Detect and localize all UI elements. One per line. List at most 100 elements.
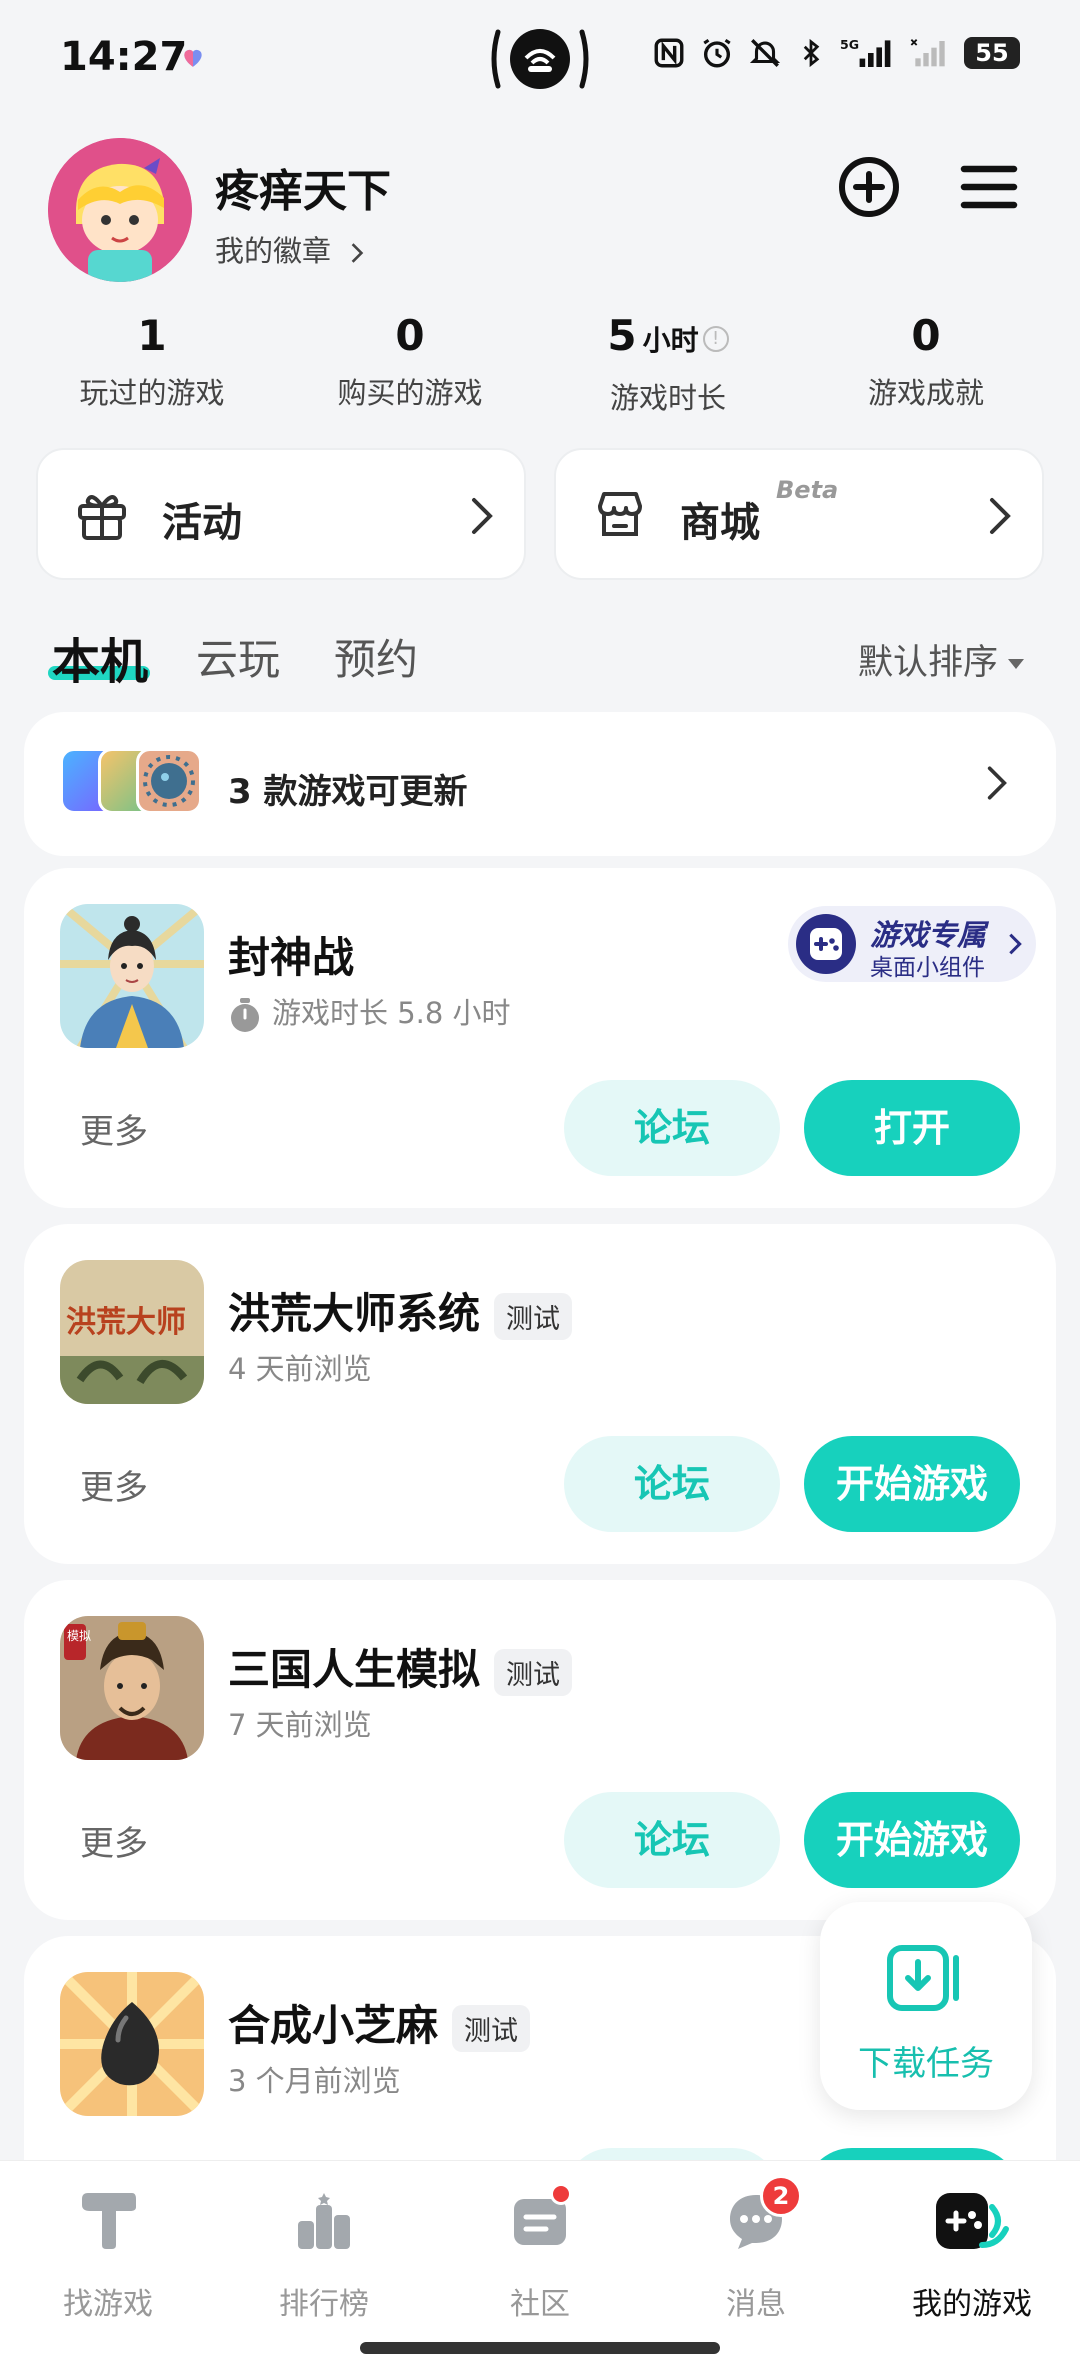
nav-label: 消息 xyxy=(726,2287,786,2322)
stat-purchased-games[interactable]: 0 购买的游戏 xyxy=(290,308,530,412)
info-icon[interactable]: ! xyxy=(702,325,729,352)
tab-cloud[interactable]: 云玩 xyxy=(196,626,280,687)
add-button[interactable] xyxy=(834,152,904,222)
chevron-right-icon xyxy=(472,498,493,534)
hotspot-icon xyxy=(491,29,589,89)
stopwatch-icon xyxy=(231,998,259,1032)
test-tag: 测试 xyxy=(494,1649,573,1696)
sort-dropdown[interactable]: 默认排序 xyxy=(858,634,1024,685)
svg-text:5G: 5G xyxy=(840,37,859,52)
update-game-icon xyxy=(136,748,202,814)
game-card[interactable]: 洪荒大师 洪荒大师系统 测试 4 天前浏览 更多 论坛 开始游戏 xyxy=(24,1224,1056,1564)
game-card[interactable]: 模拟 三国人生模拟 测试 7 天前浏览 更多 论坛 开始游戏 xyxy=(24,1580,1056,1920)
nav-rankings[interactable]: 排行榜 xyxy=(216,2189,432,2339)
menu-button[interactable] xyxy=(954,152,1024,222)
tab-reserve[interactable]: 预约 xyxy=(334,626,418,687)
shop-icon xyxy=(598,492,642,536)
chevron-right-icon xyxy=(1009,933,1022,955)
update-text: 3 款游戏可更新 xyxy=(228,772,468,812)
game-icon xyxy=(60,1972,204,2116)
last-viewed: 7 天前浏览 xyxy=(228,1708,372,1742)
more-button[interactable]: 更多 xyxy=(80,1460,148,1509)
activity-card[interactable]: 活动 xyxy=(36,448,526,580)
stat-value: 1 xyxy=(137,311,167,360)
unread-count-badge: 2 xyxy=(760,2175,802,2217)
test-tag: 测试 xyxy=(452,2005,531,2052)
game-icon: 模拟 xyxy=(60,1616,204,1760)
shop-label: 商城 xyxy=(680,500,760,546)
sort-label: 默认排序 xyxy=(857,643,998,683)
game-card[interactable]: 封神战 游戏时长 5.8 小时 游戏专属 桌面小组件 更多 论坛 打开 xyxy=(24,868,1056,1208)
nav-label: 排行榜 xyxy=(279,2287,369,2322)
heart-icon xyxy=(184,49,202,67)
stat-play-time[interactable]: 5 小时! 游戏时长 xyxy=(548,308,788,417)
game-name-wrap: 合成小芝麻 测试 xyxy=(228,1992,531,2053)
open-button[interactable]: 打开 xyxy=(804,1080,1020,1176)
last-viewed: 3 个月前浏览 xyxy=(228,2064,401,2098)
stat-label: 购买的游戏 xyxy=(337,376,483,410)
icon-stamp-text: 模拟 xyxy=(67,1629,91,1643)
stat-value: 5 xyxy=(607,311,637,360)
nav-find-games[interactable]: 找游戏 xyxy=(0,2189,216,2339)
my-badges-label: 我的徽章 xyxy=(215,234,332,268)
nav-community[interactable]: 社区 xyxy=(432,2183,648,2339)
start-game-button[interactable]: 开始游戏 xyxy=(804,1436,1020,1532)
home-indicator[interactable] xyxy=(360,2342,720,2354)
icon-title-text: 洪荒大师 xyxy=(66,1305,186,1340)
stat-unit: 小时 xyxy=(642,324,699,357)
nav-label: 社区 xyxy=(510,2287,570,2322)
mute-icon xyxy=(749,39,781,67)
stat-label: 游戏时长 xyxy=(609,381,726,415)
nav-my-games[interactable]: 我的游戏 xyxy=(864,2189,1080,2339)
forum-button[interactable]: 论坛 xyxy=(564,1436,780,1532)
more-button[interactable]: 更多 xyxy=(80,1816,148,1865)
rankings-icon xyxy=(298,2193,350,2249)
status-bar: 14:27 5G 55 xyxy=(0,0,1080,110)
avatar[interactable] xyxy=(48,138,192,282)
chevron-right-icon xyxy=(987,766,1007,800)
find-games-icon xyxy=(82,2193,136,2249)
caret-down-icon xyxy=(1008,659,1024,669)
shop-card[interactable]: 商城 Beta xyxy=(554,448,1044,580)
nav-label: 找游戏 xyxy=(63,2287,153,2322)
avatar-image xyxy=(48,138,192,282)
widget-subtitle: 桌面小组件 xyxy=(870,955,985,981)
tab-local[interactable]: 本机 xyxy=(52,622,148,692)
my-games-icon xyxy=(936,2193,1009,2249)
play-time: 游戏时长 5.8 小时 xyxy=(228,990,511,1034)
stat-value: 0 xyxy=(911,311,941,360)
download-tasks-button[interactable]: 下载任务 xyxy=(820,1902,1032,2110)
play-time-text: 游戏时长 5.8 小时 xyxy=(272,996,511,1030)
chevron-right-icon xyxy=(990,498,1011,534)
forum-button[interactable]: 论坛 xyxy=(564,1080,780,1176)
game-icon: 洪荒大师 xyxy=(60,1260,204,1404)
game-icon xyxy=(60,904,204,1048)
bluetooth-icon xyxy=(803,38,820,68)
signal-5g-icon: 5G xyxy=(840,37,891,67)
beta-tag: Beta xyxy=(776,476,839,504)
last-viewed: 4 天前浏览 xyxy=(228,1352,372,1386)
start-game-button[interactable]: 开始游戏 xyxy=(804,1792,1020,1888)
status-icons: 5G 55 xyxy=(652,36,1020,70)
game-name: 三国人生模拟 xyxy=(228,1645,481,1694)
forum-button[interactable]: 论坛 xyxy=(564,1792,780,1888)
more-button[interactable]: 更多 xyxy=(80,1104,148,1153)
stat-value: 0 xyxy=(395,311,425,360)
game-name-wrap: 三国人生模拟 测试 xyxy=(228,1636,573,1697)
my-badges-link[interactable]: 我的徽章 xyxy=(215,228,366,270)
gamepad-widget-icon xyxy=(796,914,856,974)
stat-played-games[interactable]: 1 玩过的游戏 xyxy=(32,308,272,412)
stat-achievements[interactable]: 0 游戏成就 xyxy=(806,308,1046,412)
gift-icon xyxy=(78,495,126,540)
nav-messages[interactable]: 2 消息 xyxy=(648,2175,864,2339)
activity-label: 活动 xyxy=(162,500,242,546)
game-name: 封神战 xyxy=(228,933,355,982)
status-time: 14:27 xyxy=(60,34,188,80)
chevron-right-icon xyxy=(351,243,364,263)
game-name: 合成小芝麻 xyxy=(228,2001,439,2050)
desktop-widget-button[interactable]: 游戏专属 桌面小组件 xyxy=(788,906,1036,982)
nfc-icon xyxy=(654,38,684,68)
download-icon xyxy=(887,1945,959,2011)
signal-icon xyxy=(910,39,945,67)
update-banner[interactable]: 3 款游戏可更新 xyxy=(24,712,1056,856)
